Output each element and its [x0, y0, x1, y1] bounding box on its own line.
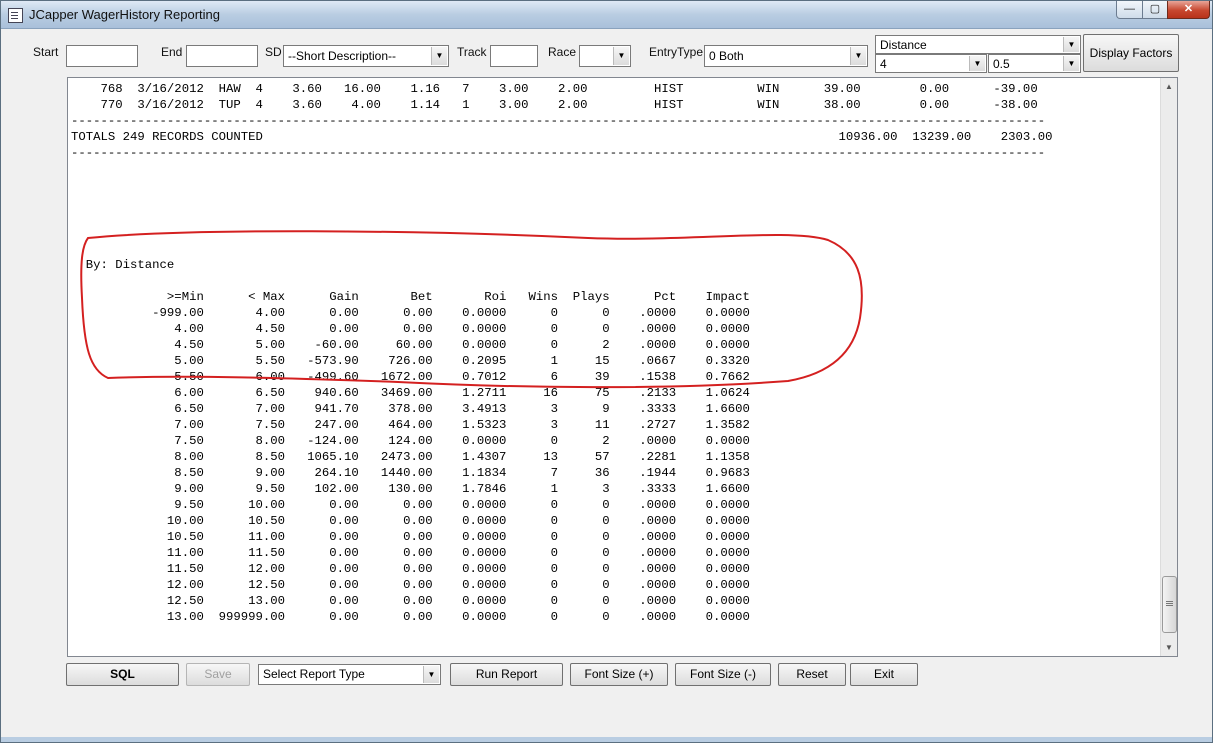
chevron-down-icon[interactable]: ▼	[850, 47, 866, 65]
report-column-header: >=Min < Max Gain Bet Roi Wins Plays Pct …	[166, 290, 750, 304]
entrytype-value: 0 Both	[709, 49, 744, 63]
sd-label: SD	[265, 45, 282, 59]
chevron-down-icon[interactable]: ▼	[423, 666, 439, 683]
table-row: -999.00 4.00 0.00 0.00 0.0000 0 0 .0000 …	[152, 306, 750, 320]
report-line: 768 3/16/2012 HAW 4 3.60 16.00 1.16 7 3.…	[100, 82, 1038, 96]
close-button[interactable]: ✕	[1167, 1, 1210, 19]
title-bar[interactable]: JCapper WagerHistory Reporting — ▢ ✕	[1, 1, 1212, 29]
start-input[interactable]	[66, 45, 138, 67]
report-section-title: By: Distance	[85, 258, 175, 272]
table-row: 10.50 11.00 0.00 0.00 0.0000 0 0 .0000 0…	[166, 530, 750, 544]
vertical-scrollbar[interactable]: ▲ ▼	[1160, 78, 1177, 656]
chevron-down-icon[interactable]: ▼	[969, 56, 985, 71]
table-row: 9.00 9.50 102.00 130.00 1.7846 1 3 .3333…	[174, 482, 750, 496]
table-row: 12.00 12.50 0.00 0.00 0.0000 0 0 .0000 0…	[166, 578, 750, 592]
table-row: 7.50 8.00 -124.00 124.00 0.0000 0 2 .000…	[174, 434, 750, 448]
font-size-plus-button[interactable]: Font Size (+)	[570, 663, 668, 686]
report-line: TOTALS 249 RECORDS COUNTED 10936.00 1323…	[71, 130, 1053, 144]
factor-value: Distance	[880, 38, 927, 52]
race-select[interactable]: ▼	[579, 45, 631, 67]
table-row: 9.50 10.00 0.00 0.00 0.0000 0 0 .0000 0.…	[174, 498, 750, 512]
table-row: 4.50 5.00 -60.00 60.00 0.0000 0 2 .0000 …	[174, 338, 750, 352]
app-window: JCapper WagerHistory Reporting — ▢ ✕ Sta…	[0, 0, 1213, 743]
track-input[interactable]	[490, 45, 538, 67]
scroll-down-icon[interactable]: ▼	[1161, 639, 1177, 656]
app-icon	[8, 8, 23, 23]
minimize-button[interactable]: —	[1116, 1, 1143, 19]
window-title: JCapper WagerHistory Reporting	[29, 7, 220, 22]
table-row: 7.00 7.50 247.00 464.00 1.5323 3 11 .272…	[174, 418, 750, 432]
table-row: 5.50 6.00 -499.60 1672.00 0.7012 6 39 .1…	[174, 370, 750, 384]
run-report-button[interactable]: Run Report	[450, 663, 563, 686]
report-type-value: Select Report Type	[263, 667, 365, 681]
table-row: 13.00 999999.00 0.00 0.00 0.0000 0 0 .00…	[166, 610, 750, 624]
start-label: Start	[33, 45, 59, 59]
scroll-up-icon[interactable]: ▲	[1161, 78, 1177, 95]
factor-select[interactable]: Distance ▼	[875, 35, 1081, 54]
step-value: 0.5	[993, 57, 1010, 71]
exit-button[interactable]: Exit	[850, 663, 918, 686]
min-value: 4	[880, 57, 887, 71]
entrytype-label: EntryType	[649, 45, 704, 59]
report-line: ----------------------------------------…	[71, 146, 1046, 160]
table-row: 11.00 11.50 0.00 0.00 0.0000 0 0 .0000 0…	[166, 546, 750, 560]
report-text: 768 3/16/2012 HAW 4 3.60 16.00 1.16 7 3.…	[71, 81, 1052, 625]
report-line: ----------------------------------------…	[71, 114, 1046, 128]
race-label: Race	[548, 45, 577, 59]
end-label: End	[161, 45, 183, 59]
table-row: 5.00 5.50 -573.90 726.00 0.2095 1 15 .06…	[174, 354, 750, 368]
entrytype-select[interactable]: 0 Both ▼	[704, 45, 868, 67]
report-output[interactable]: 768 3/16/2012 HAW 4 3.60 16.00 1.16 7 3.…	[67, 77, 1178, 657]
table-row: 6.50 7.00 941.70 378.00 3.4913 3 9 .3333…	[174, 402, 750, 416]
chevron-down-icon[interactable]: ▼	[431, 47, 447, 65]
window-bottom-border	[1, 737, 1212, 742]
table-row: 8.00 8.50 1065.10 2473.00 1.4307 13 57 .…	[174, 450, 750, 464]
step-select[interactable]: 0.5 ▼	[988, 54, 1081, 73]
table-row: 4.00 4.50 0.00 0.00 0.0000 0 0 .0000 0.0…	[174, 322, 750, 336]
table-row: 10.00 10.50 0.00 0.00 0.0000 0 0 .0000 0…	[166, 514, 750, 528]
table-row: 8.50 9.00 264.10 1440.00 1.1834 7 36 .19…	[174, 466, 750, 480]
report-type-select[interactable]: Select Report Type ▼	[258, 664, 441, 685]
font-size-minus-button[interactable]: Font Size (-)	[675, 663, 771, 686]
chevron-down-icon[interactable]: ▼	[1063, 37, 1079, 52]
display-factors-button[interactable]: Display Factors	[1083, 34, 1179, 72]
table-row: 12.50 13.00 0.00 0.00 0.0000 0 0 .0000 0…	[166, 594, 750, 608]
short-description-select[interactable]: --Short Description-- ▼	[283, 45, 449, 67]
save-button[interactable]: Save	[186, 663, 250, 686]
table-row: 11.50 12.00 0.00 0.00 0.0000 0 0 .0000 0…	[166, 562, 750, 576]
scrollbar-thumb[interactable]	[1162, 576, 1177, 633]
chevron-down-icon[interactable]: ▼	[613, 47, 629, 65]
maximize-button[interactable]: ▢	[1142, 1, 1168, 19]
reset-button[interactable]: Reset	[778, 663, 846, 686]
sql-button[interactable]: SQL	[66, 663, 179, 686]
end-input[interactable]	[186, 45, 258, 67]
track-label: Track	[457, 45, 487, 59]
table-row: 6.00 6.50 940.60 3469.00 1.2711 16 75 .2…	[174, 386, 750, 400]
min-select[interactable]: 4 ▼	[875, 54, 987, 73]
report-line: 770 3/16/2012 TUP 4 3.60 4.00 1.14 1 3.0…	[100, 98, 1038, 112]
chevron-down-icon[interactable]: ▼	[1063, 56, 1079, 71]
short-description-value: --Short Description--	[288, 49, 397, 63]
